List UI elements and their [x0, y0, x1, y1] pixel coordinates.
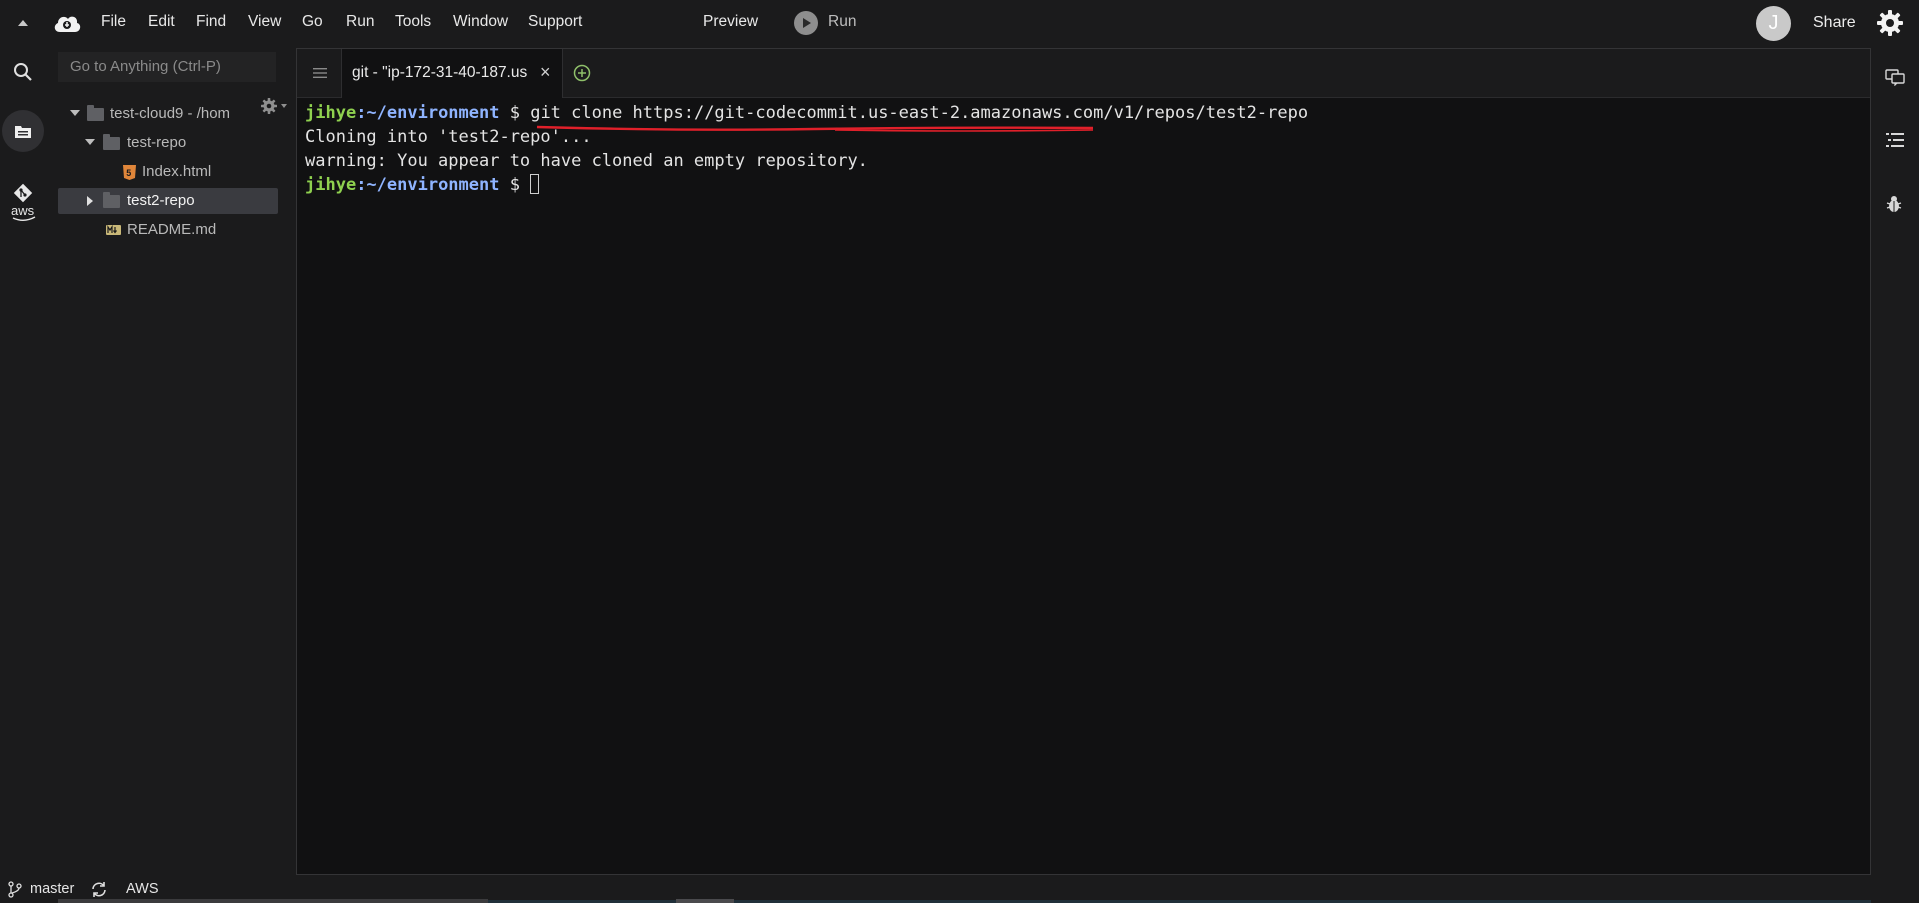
menu-edit[interactable]: Edit — [148, 13, 175, 31]
share-button[interactable]: Share — [1813, 14, 1856, 32]
markdown-file-icon — [106, 225, 121, 235]
tab-label: git - "ip-172-31-40-187.us — [352, 64, 528, 81]
tree-item-test2-repo[interactable]: test2-repo — [58, 188, 278, 214]
folder-icon — [87, 105, 104, 121]
aws-logo-icon: aws — [11, 203, 36, 221]
tab-strip: git - "ip-172-31-40-187.us × — [297, 49, 1870, 98]
terminal-output[interactable]: jihye:~/environment $ git clone https://… — [305, 101, 1308, 197]
terminal-cursor — [530, 174, 540, 194]
aws-status-label[interactable]: AWS — [126, 881, 159, 897]
tab-menu-icon[interactable] — [313, 67, 327, 79]
prompt-path: :~/environment — [356, 175, 500, 195]
terminal-line-4: jihye:~/environment $ — [305, 174, 540, 195]
tree-item-test-cloud9[interactable]: test-cloud9 - /hom — [46, 101, 282, 127]
red-underline-annotation — [536, 125, 1094, 132]
preferences-gear-icon[interactable] — [1875, 8, 1905, 38]
tree-item-label: test-repo — [127, 134, 187, 151]
tree-item-readme-md[interactable]: README.md — [46, 217, 282, 243]
prompt-symbol: $ — [499, 103, 531, 123]
expand-caret-icon[interactable] — [85, 139, 95, 145]
menu-view[interactable]: View — [248, 13, 281, 31]
collapsed-caret-icon[interactable] — [87, 196, 93, 206]
menu-go[interactable]: Go — [302, 13, 323, 31]
svg-text:aws: aws — [11, 203, 35, 218]
scrollbar-thumb[interactable] — [676, 899, 734, 903]
folder-icon — [103, 134, 120, 150]
right-icon-rail — [1871, 46, 1919, 876]
terminal-line-3: warning: You appear to have cloned an em… — [305, 151, 868, 171]
terminal-line-1: jihye:~/environment $ git clone https://… — [305, 103, 1308, 123]
collapse-menu-icon[interactable] — [14, 14, 32, 32]
folder-icon — [103, 192, 120, 208]
search-rail-button[interactable] — [2, 51, 44, 93]
run-play-icon[interactable] — [794, 11, 818, 35]
terminal-command: git clone https://git-codecommit.us-east… — [530, 103, 1309, 123]
file-tree-panel: test-cloud9 - /hom test-repo 5 Index.htm… — [46, 46, 287, 876]
html5-file-icon: 5 — [123, 165, 136, 180]
cloud9-logo-icon[interactable] — [52, 10, 82, 36]
tree-item-label: test2-repo — [127, 192, 195, 209]
aws-rail-button[interactable]: aws — [2, 198, 44, 240]
tree-item-index-html[interactable]: 5 Index.html — [46, 159, 282, 185]
user-avatar[interactable]: J — [1756, 6, 1791, 41]
tree-item-label: test-cloud9 - /hom — [110, 105, 231, 122]
outline-list-icon[interactable] — [1885, 132, 1905, 148]
menu-window[interactable]: Window — [453, 13, 508, 31]
tree-item-label: README.md — [127, 221, 217, 238]
add-tab-icon[interactable] — [573, 64, 591, 82]
prompt-path: :~/environment — [356, 103, 500, 123]
expand-caret-icon[interactable] — [70, 110, 80, 116]
editor-pane: git - "ip-172-31-40-187.us × jihye:~/env… — [296, 48, 1871, 875]
menu-find[interactable]: Find — [196, 13, 226, 31]
collaborate-chat-icon[interactable] — [1885, 68, 1905, 86]
tree-item-test-repo[interactable]: test-repo — [46, 130, 282, 156]
prompt-user: jihye — [305, 103, 357, 123]
preview-button[interactable]: Preview — [703, 13, 758, 31]
menu-tools[interactable]: Tools — [395, 13, 431, 31]
prompt-symbol: $ — [499, 175, 531, 195]
environment-rail-button[interactable] — [2, 110, 44, 152]
close-tab-icon[interactable]: × — [540, 62, 551, 83]
left-icon-rail: aws — [0, 46, 46, 876]
prompt-user: jihye — [305, 175, 357, 195]
git-branch-label[interactable]: master — [30, 881, 74, 897]
run-button[interactable]: Run — [828, 13, 856, 31]
menu-support[interactable]: Support — [528, 13, 582, 31]
menu-file[interactable]: File — [101, 13, 126, 31]
debugger-bug-icon[interactable] — [1885, 194, 1903, 214]
horizontal-scrollbar[interactable] — [58, 899, 488, 903]
tree-item-label: Index.html — [142, 163, 212, 180]
sync-refresh-icon[interactable] — [90, 881, 108, 898]
search-icon — [14, 63, 32, 81]
tab-terminal[interactable]: git - "ip-172-31-40-187.us × — [341, 49, 563, 98]
svg-text:5: 5 — [126, 168, 131, 178]
menu-bar: File Edit Find View Go Run Tools Window … — [0, 0, 1919, 46]
branch-icon[interactable] — [8, 881, 22, 898]
go-to-anything-input[interactable] — [58, 52, 276, 82]
menu-run[interactable]: Run — [346, 13, 374, 31]
folder-files-icon — [15, 126, 31, 138]
